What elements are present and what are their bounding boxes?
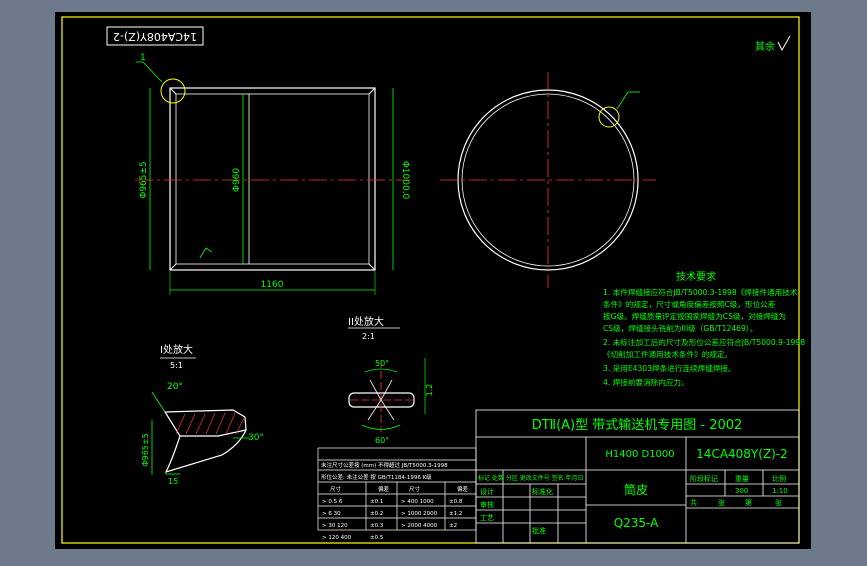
weight-label: 重量 — [735, 475, 749, 483]
detail-I-angle2: 30° — [248, 433, 264, 443]
role-approve: 批准 — [532, 526, 546, 535]
tolerance-cell: ±2 — [449, 523, 457, 529]
role-standard: 标准化 — [532, 487, 553, 496]
material: Q235-A — [614, 516, 659, 530]
groove-bottom-angle: 60° — [375, 436, 389, 445]
revision-header: 标记 处数 分区 更改文件号 签名 年月日 — [478, 474, 584, 482]
tolerance-column-header: 尺寸 — [409, 485, 421, 493]
tolerance-column-header: 偏差 — [378, 485, 390, 493]
tech-note-line: 2. 未标注加工后的尺寸及形位公差应符合JB/T5000.9-1998 — [603, 337, 805, 347]
role-process: 工艺 — [480, 514, 494, 522]
weight-value: 300 — [735, 487, 748, 495]
sheet-label-2: 张 — [775, 498, 782, 507]
tolerance-cell: > 6 30 — [322, 511, 341, 517]
tech-note-line: 条件》的规定，尺寸或角度偏差按照C级，形位公差 — [603, 299, 776, 309]
dim-inner-dia: Φ960 — [232, 168, 242, 193]
tech-notes-title: 技术要求 — [676, 270, 716, 283]
main-title: DTⅡ(A)型 带式输送机专用图 - 2002 — [532, 417, 743, 433]
role-design: 设计 — [480, 487, 494, 496]
tolerance-cell: > 400 1000 — [401, 499, 434, 505]
section-mark: 1 — [140, 53, 146, 63]
detail-I-angle: 20° — [167, 382, 183, 392]
detail-I-dia: Φ965±5 — [141, 433, 150, 466]
scale-label: 比例 — [772, 474, 786, 483]
tolerance-cell: > 0.5 6 — [322, 499, 343, 505]
drawing-number: 14CA408Y(Z)-2 — [696, 447, 788, 461]
tech-note-line: 3. 采用E4303焊条进行连续焊缝焊接。 — [603, 363, 736, 373]
part-name: 筒皮 — [624, 482, 648, 497]
dim-flange-dia: Φ1000.0 — [400, 161, 410, 200]
sheet-no: 第 — [745, 498, 752, 507]
detail-I-len: 15 — [168, 477, 178, 486]
dim-length: 1160 — [261, 280, 284, 290]
sheet-total: 共 — [690, 498, 697, 507]
groove-top-angle: 50° — [375, 359, 389, 368]
sheet-label: 张 — [718, 498, 725, 507]
detail-II-scale: 2:1 — [362, 332, 375, 341]
surface-finish-text: 其余 — [755, 40, 775, 53]
tolerance-cell: > 120 400 — [322, 535, 352, 541]
tolerance-cell: ±0.2 — [370, 511, 383, 517]
drawing-viewport: 14CA408Y(Z)-2 其余 Φ965±5 Φ960 Φ1000.0 116… — [0, 0, 867, 562]
tolerance-cell: ±0.8 — [449, 499, 463, 505]
groove-gap: 1.2 — [425, 384, 434, 397]
tolerance-cell: ±0.3 — [370, 523, 384, 529]
tech-note-line: 4. 焊接前要消除内应力。 — [603, 377, 689, 387]
detail-II-title: II处放大 — [348, 315, 384, 328]
tolerance-header-2: 形位公差: 未注公差 按 GB/T1184-1996 K级 — [321, 473, 432, 481]
scale-value: 1:10 — [772, 487, 788, 495]
tolerance-cell: ±0.1 — [370, 499, 383, 505]
tolerance-column-header: 偏差 — [457, 485, 469, 493]
tolerance-cell: > 30 120 — [322, 523, 348, 529]
tolerance-header-1: 未注尺寸公差按 (mm) 不得超过 JB/T5000.3-1998 — [321, 461, 448, 469]
role-review: 审核 — [480, 500, 494, 509]
detail-I-title: I处放大 — [160, 343, 193, 356]
tolerance-column-header: 尺寸 — [330, 485, 342, 493]
detail-I-scale: 5:1 — [170, 361, 183, 370]
tech-note-line: CS级，焊缝接头铣削为III级（GB/T12469）。 — [603, 323, 757, 333]
tech-note-line: 《切削加工件通用技术条件》的规定。 — [603, 349, 732, 359]
tolerance-cell: > 2000 4000 — [401, 523, 438, 529]
tech-note-line: 按G级。焊缝质量评定按国家焊缝为CS级，对接焊缝为 — [603, 311, 786, 321]
tolerance-cell: ±0.5 — [370, 535, 384, 541]
stage-label: 阶段标记 — [690, 474, 718, 483]
spec-text: H1400 D1000 — [605, 449, 674, 460]
tech-note-line: 1. 本件焊缝接应符合JB/T5000.3-1998《焊接件通用技术 — [603, 287, 798, 297]
dim-outer-dia: Φ965±5 — [139, 161, 149, 199]
cad-drawing: 14CA408Y(Z)-2 其余 Φ965±5 Φ960 Φ1000.0 116… — [55, 12, 811, 549]
tolerance-cell: ±1.2 — [449, 511, 462, 517]
code-box-text: 14CA408Y(Z)-2 — [113, 30, 197, 43]
tolerance-cell: > 1000 2000 — [401, 511, 438, 517]
